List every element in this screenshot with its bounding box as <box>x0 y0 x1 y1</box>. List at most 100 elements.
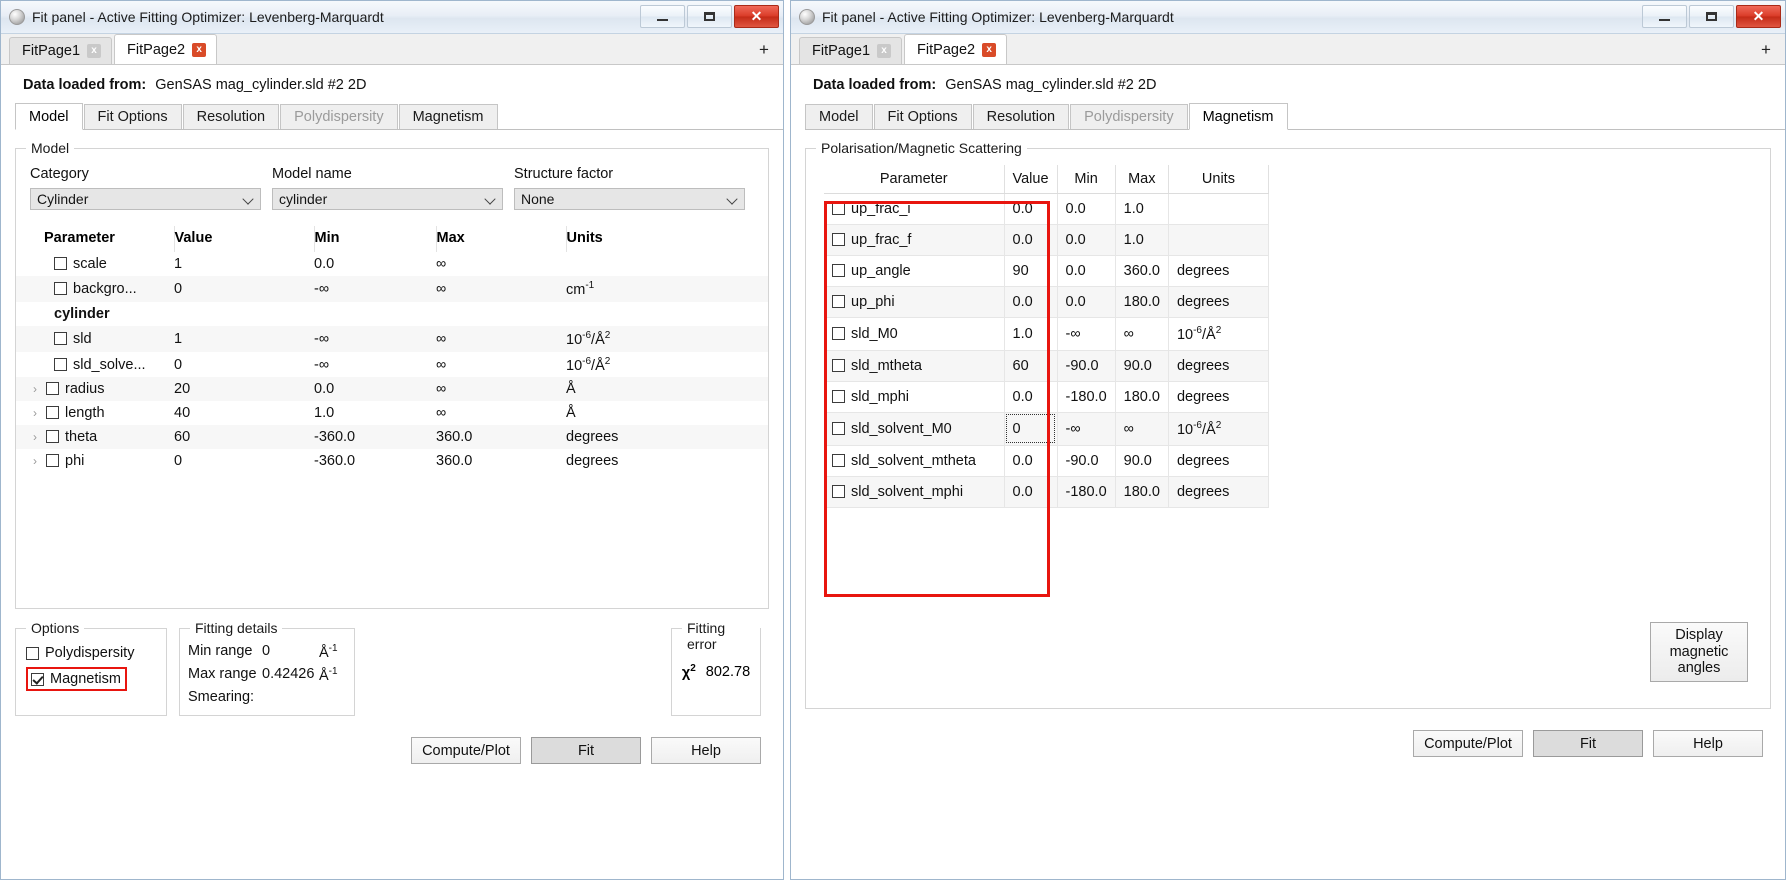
max-cell[interactable]: 90.0 <box>1115 445 1168 476</box>
param-cell[interactable]: ›theta <box>16 425 174 449</box>
value-cell[interactable]: 1.0 <box>1004 318 1057 351</box>
param-cell[interactable]: up_frac_i <box>824 194 1004 225</box>
min-cell[interactable]: 0.0 <box>1057 194 1115 225</box>
max-cell[interactable]: ∞ <box>1115 412 1168 445</box>
min-cell[interactable]: -180.0 <box>1057 476 1115 507</box>
table-row[interactable]: sld_mphi 0.0 -180.0 180.0 degrees <box>824 381 1268 412</box>
minimize-button[interactable] <box>1642 5 1687 28</box>
table-row[interactable]: up_angle 90 0.0 360.0 degrees <box>824 256 1268 287</box>
value-cell[interactable]: 0.0 <box>1004 225 1057 256</box>
table-row[interactable]: backgro... 0 -∞ ∞ cm-1 <box>16 276 768 302</box>
param-checkbox[interactable] <box>54 257 67 270</box>
expand-arrow-icon[interactable]: › <box>30 454 40 468</box>
param-checkbox[interactable] <box>832 359 845 372</box>
tab-model[interactable]: Model <box>805 104 873 129</box>
param-cell[interactable]: sld_solvent_mtheta <box>824 445 1004 476</box>
min-cell[interactable]: -∞ <box>1057 412 1115 445</box>
expand-arrow-icon[interactable]: › <box>30 382 40 396</box>
max-cell[interactable]: ∞ <box>436 352 566 378</box>
page-tab-fitpage2[interactable]: FitPage2 x <box>114 34 217 64</box>
close-tab-icon[interactable]: x <box>192 43 206 57</box>
min-cell[interactable]: -∞ <box>314 352 436 378</box>
param-checkbox[interactable] <box>832 233 845 246</box>
table-row[interactable]: sld_solve... 0 -∞ ∞ 10-6/Å2 <box>16 352 768 378</box>
table-row[interactable]: up_frac_f 0.0 0.0 1.0 <box>824 225 1268 256</box>
option-polydispersity[interactable]: Polydispersity <box>26 645 166 661</box>
param-checkbox[interactable] <box>832 390 845 403</box>
param-checkbox[interactable] <box>832 485 845 498</box>
value-cell-focused[interactable]: 0 <box>1004 412 1057 445</box>
max-cell[interactable]: 1.0 <box>1115 194 1168 225</box>
min-cell[interactable]: 0.0 <box>314 377 436 401</box>
param-cell[interactable]: sld_solvent_mphi <box>824 476 1004 507</box>
param-checkbox[interactable] <box>46 430 59 443</box>
value-cell[interactable]: 60 <box>174 425 314 449</box>
param-cell[interactable]: scale <box>16 252 174 276</box>
table-row[interactable]: up_phi 0.0 0.0 180.0 degrees <box>824 287 1268 318</box>
param-cell[interactable]: sld_mphi <box>824 381 1004 412</box>
tab-magnetism[interactable]: Magnetism <box>1189 103 1288 130</box>
value-cell[interactable]: 0 <box>174 449 314 473</box>
param-checkbox[interactable] <box>832 295 845 308</box>
value-cell[interactable]: 20 <box>174 377 314 401</box>
minimize-button[interactable] <box>640 5 685 28</box>
polydispersity-checkbox[interactable] <box>26 647 39 660</box>
value-cell[interactable]: 1 <box>174 326 314 352</box>
min-cell[interactable]: -180.0 <box>1057 381 1115 412</box>
min-cell[interactable]: 0.0 <box>1057 256 1115 287</box>
maximize-button[interactable] <box>1689 5 1734 28</box>
min-cell[interactable]: 0.0 <box>1057 225 1115 256</box>
min-cell[interactable]: 1.0 <box>314 401 436 425</box>
category-select[interactable]: Cylinder <box>30 188 261 210</box>
max-cell[interactable]: ∞ <box>436 276 566 302</box>
min-cell[interactable]: 0.0 <box>314 252 436 276</box>
model-name-select[interactable]: cylinder <box>272 188 503 210</box>
param-checkbox[interactable] <box>54 358 67 371</box>
max-cell[interactable]: 180.0 <box>1115 381 1168 412</box>
structure-factor-select[interactable]: None <box>514 188 745 210</box>
value-cell[interactable]: 0 <box>174 276 314 302</box>
param-checkbox[interactable] <box>46 454 59 467</box>
param-checkbox[interactable] <box>832 454 845 467</box>
help-button[interactable]: Help <box>1653 730 1763 757</box>
max-cell[interactable]: 360.0 <box>436 425 566 449</box>
page-tab-fitpage1[interactable]: FitPage1 x <box>9 37 112 64</box>
table-row[interactable]: ›radius 20 0.0 ∞ Å <box>16 377 768 401</box>
max-cell[interactable]: ∞ <box>436 326 566 352</box>
max-cell[interactable]: 180.0 <box>1115 476 1168 507</box>
value-cell[interactable]: 0.0 <box>1004 445 1057 476</box>
tab-fit-options[interactable]: Fit Options <box>84 104 182 129</box>
table-row[interactable]: sld_mtheta 60 -90.0 90.0 degrees <box>824 350 1268 381</box>
param-checkbox[interactable] <box>832 202 845 215</box>
param-cell[interactable]: ›phi <box>16 449 174 473</box>
value-cell[interactable]: 0.0 <box>1004 381 1057 412</box>
fit-button[interactable]: Fit <box>531 737 641 764</box>
value-cell[interactable]: 0 <box>174 352 314 378</box>
param-cell[interactable]: ›length <box>16 401 174 425</box>
param-cell[interactable]: up_frac_f <box>824 225 1004 256</box>
value-cell[interactable]: 1 <box>174 252 314 276</box>
table-row[interactable]: ›theta 60 -360.0 360.0 degrees <box>16 425 768 449</box>
param-checkbox[interactable] <box>54 332 67 345</box>
table-row[interactable]: sld_M0 1.0 -∞ ∞ 10-6/Å2 <box>824 318 1268 351</box>
compute-plot-button[interactable]: Compute/Plot <box>411 737 521 764</box>
param-cell[interactable]: up_phi <box>824 287 1004 318</box>
close-tab-icon[interactable]: x <box>87 44 101 58</box>
value-cell[interactable]: 0.0 <box>1004 194 1057 225</box>
page-tab-fitpage1[interactable]: FitPage1 x <box>799 37 902 64</box>
close-button[interactable]: ✕ <box>734 5 779 28</box>
param-cell[interactable]: sld_M0 <box>824 318 1004 351</box>
page-tab-fitpage2[interactable]: FitPage2 x <box>904 34 1007 64</box>
maximize-button[interactable] <box>687 5 732 28</box>
param-cell[interactable]: sld_mtheta <box>824 350 1004 381</box>
tab-magnetism[interactable]: Magnetism <box>399 104 498 129</box>
max-cell[interactable]: 360.0 <box>1115 256 1168 287</box>
param-checkbox[interactable] <box>832 422 845 435</box>
param-cell[interactable]: sld <box>16 326 174 352</box>
window-titlebar-right[interactable]: Fit panel - Active Fitting Optimizer: Le… <box>791 1 1785 34</box>
max-cell[interactable]: 180.0 <box>1115 287 1168 318</box>
max-cell[interactable]: ∞ <box>436 252 566 276</box>
min-cell[interactable]: 0.0 <box>1057 287 1115 318</box>
min-cell[interactable]: -360.0 <box>314 449 436 473</box>
table-row[interactable]: up_frac_i 0.0 0.0 1.0 <box>824 194 1268 225</box>
